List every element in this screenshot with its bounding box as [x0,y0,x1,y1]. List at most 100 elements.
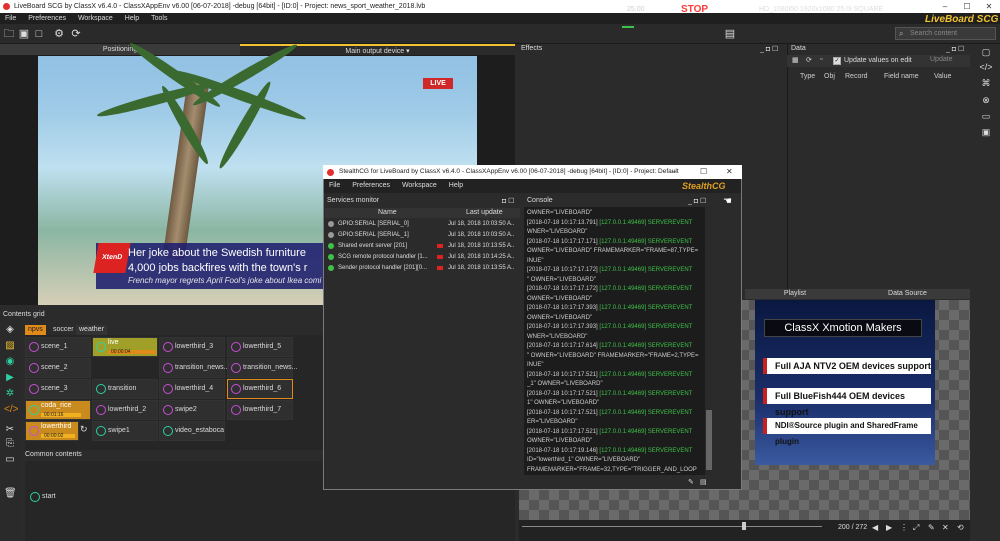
grid-cell[interactable]: lowerthird 00:00:02 [25,421,79,441]
trash-icon[interactable]: 🗑 [4,488,17,500]
console-scroll-thumb[interactable] [706,410,712,470]
new-file-icon[interactable]: □ [33,28,45,40]
menu-workspace[interactable]: Workspace [78,15,113,22]
col-record[interactable]: Record [845,73,868,80]
menu-workspace[interactable]: Workspace [402,182,437,189]
grid-cell[interactable]: transition_news... [227,358,297,378]
col-obj[interactable]: Obj [824,73,835,80]
open-folder-icon[interactable]: 🗀 [3,28,15,40]
code-icon[interactable]: </> [979,62,993,74]
grid-cell[interactable]: scene_3 [25,379,91,399]
grid-cell[interactable]: transition [92,379,158,399]
search-input[interactable]: Search content [895,27,996,40]
rotate-icon[interactable]: ⟲ [957,523,964,532]
menu-file[interactable]: File [329,182,340,189]
play-icon[interactable]: ◉ [4,356,16,368]
prev-icon[interactable]: ◀ [872,523,878,532]
menu-preferences[interactable]: Preferences [352,182,390,189]
tab-weather[interactable]: weather [76,325,107,335]
save-log-icon[interactable]: ▤ [700,478,707,486]
cube-icon[interactable]: ◈ [4,324,16,336]
tab-data-source[interactable]: Data Source [845,289,970,299]
service-row[interactable]: SCG remote protocol handler [1... Jul 18,… [327,252,519,262]
close-button[interactable]: ✕ [978,0,1000,13]
tab-soccer[interactable]: soccer [50,325,77,335]
scissors-icon[interactable]: ✂ [4,424,16,436]
menu-preferences[interactable]: Preferences [28,15,66,22]
palette-icon[interactable]: ▢ [979,47,993,59]
panel-controls-icon[interactable]: _ ◘ ☐ [760,45,778,53]
col-last-update[interactable]: Last update [466,209,503,216]
col-field-name[interactable]: Field name [884,73,919,80]
clear-console-icon[interactable]: ✎ [688,478,694,486]
copy-icon[interactable]: ⎘ [4,438,16,450]
grid-cell[interactable]: lowerthird_3 [159,337,225,357]
console-line: WNER="LIVEBOARD" [527,333,705,341]
menu-tools[interactable]: Tools [151,15,167,22]
maximize-button[interactable]: ☐ [956,0,978,13]
video-icon[interactable]: ▶ [4,372,16,384]
tab-playlist[interactable]: Playlist [745,289,845,299]
grid-cell[interactable]: lowerthird_7 [227,400,293,420]
modal-maximize-button[interactable]: ☐ [700,167,707,176]
seek-track[interactable] [522,526,822,527]
loop-icon[interactable]: ↻ [80,424,88,435]
play-icon[interactable]: ▶ [886,523,892,532]
gamepad-icon[interactable]: ⌘ [979,78,993,90]
tab-npvs[interactable]: npvs [25,325,46,335]
terminal-icon[interactable]: ▭ [979,111,993,123]
image-icon[interactable]: ▨ [4,340,16,352]
grid-icon[interactable]: ▦ [792,56,799,64]
update-values-checkbox[interactable]: ✓ [833,57,841,65]
network-icon[interactable]: ✲ [4,388,16,400]
close-circle-icon[interactable]: ⊗ [979,95,993,107]
service-row[interactable]: GPIO:SERIAL [SERIAL_0] Jul 18, 2018 10:03… [327,219,519,229]
monitor-icon[interactable]: ▣ [979,127,993,139]
save-icon[interactable]: ▣ [18,28,30,40]
markers-icon[interactable]: ⋮ [900,523,908,532]
grid-cell[interactable]: swipe1 [92,421,158,441]
menu-help[interactable]: Help [125,15,139,22]
panel-controls-icon[interactable]: _ ◘ ☐ [688,197,706,205]
grid-cell[interactable]: scene_2 [25,358,91,378]
modal-close-button[interactable]: ✕ [726,167,733,176]
grid-cell[interactable]: transition_news... [159,358,229,378]
col-value[interactable]: Value [934,73,951,80]
stop-button[interactable]: STOP [681,4,708,15]
close-icon[interactable]: ✕ [942,523,949,532]
minimize-button[interactable]: – [934,0,956,13]
clear-icon[interactable]: ▫ [820,56,822,63]
common-item-start[interactable]: start [27,488,85,508]
output-settings-icon[interactable]: ▤ [724,28,736,40]
paste-icon[interactable]: ▭ [4,454,16,466]
grid-cell[interactable]: lowerthird_5 [227,337,293,357]
refresh-icon[interactable]: ⟳ [806,56,812,64]
grid-cell[interactable]: lowerthird_2 [92,400,158,420]
panel-controls-icon[interactable]: _ ◘ ☐ [946,45,964,53]
update-button[interactable]: Update [930,56,953,63]
modal-minimize-button[interactable]: – [672,167,676,176]
panel-controls-icon[interactable]: ◘ ☐ [502,197,514,205]
code-icon[interactable]: </> [4,404,18,416]
seek-knob[interactable] [742,522,746,530]
grid-cell[interactable]: swipe2 [159,400,225,420]
grid-cell-selected[interactable]: lowerthird_6 [227,379,293,399]
service-row[interactable]: Sender protocol handler [201][0... Jul 18… [327,263,519,273]
grid-cell[interactable]: lowerthird_4 [159,379,225,399]
menu-help[interactable]: Help [449,182,463,189]
service-row[interactable]: Shared event server [201] Jul 18, 2018 10… [327,241,519,251]
service-row[interactable]: GPIO:SERIAL [SERIAL_1] Jul 18, 2018 10:03… [327,230,519,240]
settings-icon[interactable]: ⚙ [53,28,65,40]
tab-positioning[interactable]: Positioning [0,44,240,55]
menu-file[interactable]: File [5,15,16,22]
col-type[interactable]: Type [800,73,815,80]
grid-cell[interactable]: video_estaboca [159,421,225,441]
tool-icon[interactable]: ✎ [928,523,935,532]
fit-icon[interactable]: ⤢ [913,523,919,533]
refresh-icon[interactable]: ⟳ [70,28,82,40]
grid-cell[interactable]: live 00:00:04 [92,337,158,357]
status-dot-icon [328,265,334,271]
grid-cell[interactable]: coda_rice 00:01:16 [25,400,91,420]
grid-cell[interactable]: scene_1 [25,337,91,357]
col-name[interactable]: Name [378,209,397,216]
